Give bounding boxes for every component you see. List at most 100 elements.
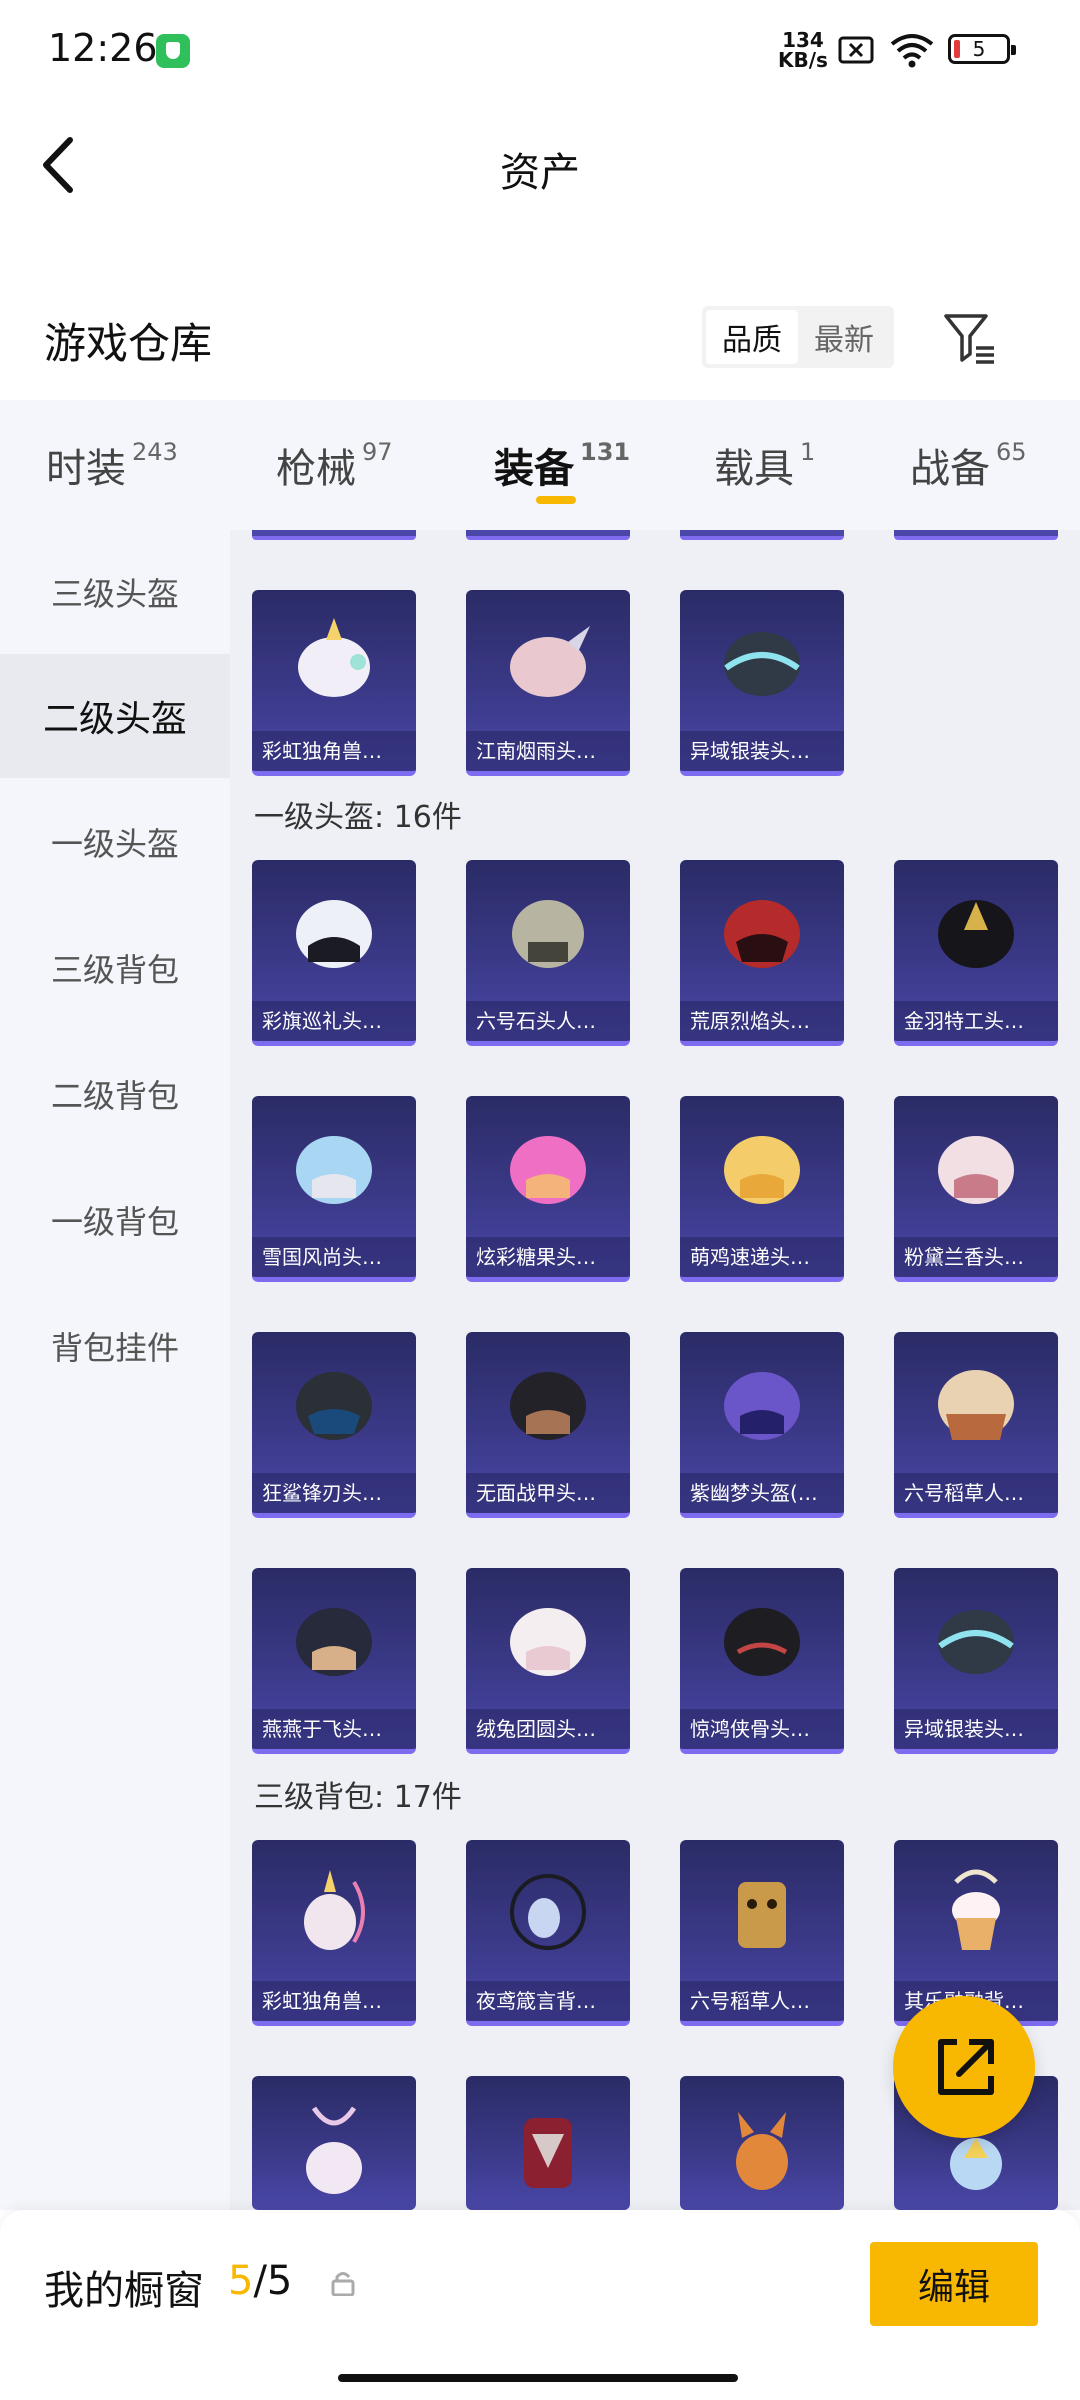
item-name: 萌鸡速递头… — [680, 1237, 844, 1277]
sidebar-item-level2-backpack[interactable]: 二级背包 — [0, 1032, 230, 1156]
filter-icon[interactable] — [942, 310, 998, 366]
item-grid: 彩虹独角兽… 江南烟雨头… 异域银装头… 一级头盔: 16件 彩旗巡礼头… 六号… — [230, 530, 1080, 2210]
sort-newest-option[interactable]: 最新 — [798, 310, 890, 364]
item-card[interactable]: 粉黛兰香头… — [894, 1096, 1058, 1282]
sidebar-item-backpack-charm[interactable]: 背包挂件 — [0, 1284, 230, 1408]
item-card[interactable]: 六号石头人… — [466, 860, 630, 1046]
sim-disabled-icon — [838, 36, 874, 64]
tab-equipment[interactable]: 装备 131 — [494, 436, 630, 494]
item-name: 江南烟雨头… — [466, 731, 630, 771]
item-card[interactable]: 彩虹独角兽… — [252, 590, 416, 776]
item-name: 彩虹独角兽… — [252, 1981, 416, 2021]
tab-firearms[interactable]: 枪械 97 — [276, 436, 393, 494]
kite-backpack-icon — [510, 1874, 586, 1950]
sort-quality-option[interactable]: 品质 — [706, 310, 798, 364]
blue-helmet-icon — [296, 1136, 372, 1204]
fox-backpack-icon — [736, 2112, 788, 2190]
item-card[interactable]: 彩旗巡礼头… — [252, 860, 416, 1046]
item-name: 六号稻草人… — [680, 1981, 844, 2021]
item-name: 夜鸢箴言背… — [466, 1981, 630, 2021]
silver-helmet-icon — [724, 632, 800, 696]
network-speed: 134 KB/s — [778, 30, 828, 70]
status-bar: 12:26 134 KB/s 5 — [0, 0, 1080, 100]
share-fab[interactable] — [893, 1996, 1035, 2138]
cupcake-backpack-icon — [952, 1869, 1000, 1950]
tab-label: 时装 — [46, 446, 126, 492]
item-name: 炫彩糖果头… — [466, 1237, 630, 1277]
tab-fashion[interactable]: 时装 243 — [46, 436, 178, 494]
page-title: 资产 — [500, 150, 580, 196]
home-indicator[interactable] — [338, 2374, 738, 2382]
armor-helmet-icon — [510, 1372, 586, 1440]
item-card[interactable]: 绒兔团圆头… — [466, 1568, 630, 1754]
item-card[interactable]: 异域银装头… — [680, 590, 844, 776]
item-card[interactable]: 荒原烈焰头… — [680, 860, 844, 1046]
item-card[interactable]: 江南烟雨头… — [466, 590, 630, 776]
sidebar-item-level3-backpack[interactable]: 三级背包 — [0, 906, 230, 1030]
purple-helmet-icon — [724, 1372, 800, 1440]
tab-count: 97 — [362, 438, 393, 466]
sidebar-item-level3-helmet[interactable]: 三级头盔 — [0, 530, 230, 654]
swallow-helmet-icon — [296, 1608, 372, 1676]
item-name: 异域银装头… — [894, 1709, 1058, 1749]
sidebar: 三级头盔 二级头盔 一级头盔 三级背包 二级背包 一级背包 背包挂件 — [0, 530, 230, 2210]
tab-vehicles[interactable]: 载具 1 — [714, 436, 815, 494]
item-name: 荒原烈焰头… — [680, 1001, 844, 1041]
item-card[interactable]: 无面战甲头… — [466, 1332, 630, 1518]
item-name: 惊鸿侠骨头… — [680, 1709, 844, 1749]
yellow-helmet-icon — [724, 1136, 800, 1204]
tab-label: 装备 — [494, 446, 574, 492]
tab-supplies[interactable]: 战备 65 — [910, 436, 1027, 494]
unicorn-helmet-icon — [298, 618, 370, 697]
shark-helmet-icon — [296, 1372, 372, 1440]
item-card[interactable]: 萌鸡速递头… — [680, 1096, 844, 1282]
security-shield-icon — [156, 34, 190, 68]
scarecrow-backpack-icon — [738, 1882, 786, 1948]
item-name: 彩旗巡礼头… — [252, 1001, 416, 1041]
item-card[interactable] — [252, 2076, 416, 2210]
unicorn-backpack-icon — [304, 1870, 365, 1950]
item-card[interactable] — [680, 2076, 844, 2210]
item-card[interactable]: 燕燕于飞头… — [252, 1568, 416, 1754]
item-card[interactable]: 异域银装头… — [894, 1568, 1058, 1754]
bunny-helmet-icon — [510, 1608, 586, 1676]
item-name: 雪国风尚头… — [252, 1237, 416, 1277]
item-card[interactable]: 惊鸿侠骨头… — [680, 1568, 844, 1754]
gold-helmet-icon — [938, 900, 1014, 968]
red-helmet-icon — [724, 900, 800, 968]
status-time: 12:26 — [48, 26, 158, 70]
item-card[interactable]: 六号稻草人… — [680, 1840, 844, 2026]
item-card[interactable]: 炫彩糖果头… — [466, 1096, 630, 1282]
sidebar-item-level1-helmet[interactable]: 一级头盔 — [0, 780, 230, 904]
edit-button[interactable]: 编辑 — [870, 2242, 1038, 2326]
stone-helmet-icon — [512, 900, 584, 968]
item-name: 绒兔团圆头… — [466, 1709, 630, 1749]
battery-percent: 5 — [972, 37, 986, 61]
sort-toggle: 品质 最新 — [702, 306, 894, 368]
item-card[interactable]: 夜鸢箴言背… — [466, 1840, 630, 2026]
item-card[interactable]: 雪国风尚头… — [252, 1096, 416, 1282]
partial-card — [680, 530, 844, 540]
item-card[interactable]: 金羽特工头… — [894, 860, 1058, 1046]
tab-count: 131 — [580, 438, 631, 466]
network-speed-unit: KB/s — [778, 48, 828, 72]
sidebar-item-level1-backpack[interactable]: 一级背包 — [0, 1158, 230, 1282]
showcase-count-current: 5 — [228, 2258, 254, 2304]
item-card[interactable] — [466, 2076, 630, 2210]
item-card[interactable]: 彩虹独角兽… — [252, 1840, 416, 2026]
tab-label: 枪械 — [276, 446, 356, 492]
item-card[interactable]: 紫幽梦头盔(… — [680, 1332, 844, 1518]
warehouse-title: 游戏仓库 — [44, 319, 213, 368]
red-backpack-icon — [524, 2118, 572, 2188]
section-title-level1-helmet: 一级头盔: 16件 — [254, 800, 462, 835]
pink-helmet-icon — [510, 626, 590, 697]
sidebar-item-level2-helmet[interactable]: 二级头盔 — [0, 654, 230, 778]
active-tab-indicator — [536, 496, 576, 504]
section-title-level3-backpack: 三级背包: 17件 — [254, 1780, 462, 1815]
wifi-icon — [890, 34, 934, 68]
battery-icon: 5 — [948, 34, 1016, 64]
item-card[interactable]: 狂鲨锋刃头… — [252, 1332, 416, 1518]
item-card[interactable]: 六号稻草人… — [894, 1332, 1058, 1518]
tab-count: 243 — [132, 438, 178, 466]
bow-backpack-icon — [306, 2106, 362, 2194]
